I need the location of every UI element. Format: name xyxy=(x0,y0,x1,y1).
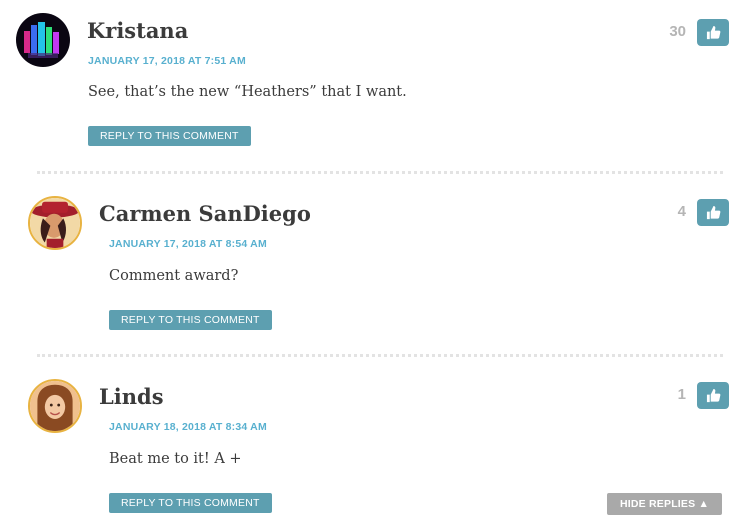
comment-author[interactable]: Carmen SanDiego xyxy=(99,201,311,226)
like-button[interactable] xyxy=(697,382,729,409)
crystal-avatar-icon[interactable] xyxy=(16,13,70,67)
comment-divider xyxy=(37,171,723,174)
comment-date[interactable]: JANUARY 17, 2018 AT 7:51 AM xyxy=(88,55,246,67)
comment-date[interactable]: JANUARY 17, 2018 AT 8:54 AM xyxy=(109,238,267,250)
vote-count: 30 xyxy=(669,23,686,40)
comment-date[interactable]: JANUARY 18, 2018 AT 8:34 AM xyxy=(109,421,267,433)
comment-linds: Linds JANUARY 18, 2018 AT 8:34 AM Beat m… xyxy=(0,363,741,530)
reply-button[interactable]: REPLY TO THIS COMMENT xyxy=(109,493,272,513)
comment-divider xyxy=(37,354,723,357)
comment-kristana: Kristana JANUARY 17, 2018 AT 7:51 AM See… xyxy=(0,0,741,172)
reply-button[interactable]: REPLY TO THIS COMMENT xyxy=(88,126,251,146)
comment-text: Beat me to it! A + xyxy=(109,451,242,467)
comment-text: Comment award? xyxy=(109,268,239,284)
reply-button[interactable]: REPLY TO THIS COMMENT xyxy=(109,310,272,330)
thumbs-up-icon xyxy=(706,25,720,40)
vote-count: 1 xyxy=(677,386,686,403)
comment-text: See, that’s the new “Heathers” that I wa… xyxy=(88,84,407,100)
thumbs-up-icon xyxy=(706,388,720,403)
portrait-avatar-icon[interactable] xyxy=(28,379,82,433)
like-button[interactable] xyxy=(697,19,729,46)
comment-author[interactable]: Kristana xyxy=(87,18,188,43)
carmen-avatar-icon[interactable] xyxy=(28,196,82,250)
hide-replies-button[interactable]: HIDE REPLIES ▲ xyxy=(607,493,723,515)
comment-carmen-sandiego: Carmen SanDiego JANUARY 17, 2018 AT 8:54… xyxy=(0,180,741,352)
vote-count: 4 xyxy=(677,203,686,220)
like-button[interactable] xyxy=(697,199,729,226)
thumbs-up-icon xyxy=(706,205,720,220)
comment-author[interactable]: Linds xyxy=(99,384,164,409)
